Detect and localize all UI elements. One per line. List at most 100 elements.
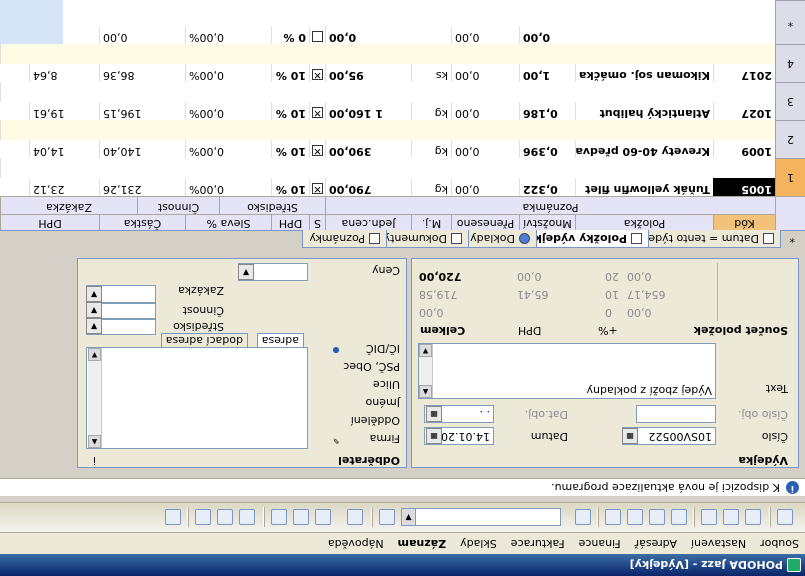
- cinnost-dropdown-icon[interactable]: ▼: [86, 302, 102, 318]
- checkbox-checked[interactable]: ✕: [312, 145, 323, 157]
- quick-search-combo[interactable]: ▼: [401, 508, 561, 526]
- cell-polozka[interactable]: Kikoman soj. omáčka: [575, 64, 713, 82]
- chevron-down-icon[interactable]: ▼: [238, 264, 254, 280]
- col-cinnost[interactable]: Činnost: [137, 196, 219, 214]
- list-icon[interactable]: [575, 509, 591, 525]
- tab-poznamky[interactable]: Poznámky: [302, 230, 387, 248]
- tab-dodaci-adresa[interactable]: dodací adresa: [160, 333, 248, 347]
- filter-icon[interactable]: [315, 509, 331, 525]
- cell-dph[interactable]: 23,12: [29, 178, 99, 196]
- col-jedn-cena[interactable]: Jedn.cena: [325, 214, 411, 230]
- cell-mnozstvi[interactable]: 1,00: [519, 64, 575, 82]
- tab-adresa[interactable]: adresa: [256, 333, 304, 347]
- copy-icon[interactable]: [745, 509, 761, 525]
- cell-polozka[interactable]: Tuňák yellowfin filet: [575, 178, 713, 196]
- row-number[interactable]: 2: [775, 120, 805, 158]
- print-icon[interactable]: [723, 509, 739, 525]
- tab-doklady[interactable]: Doklady: [463, 230, 537, 248]
- cell-castka[interactable]: 86,36: [99, 64, 185, 82]
- cell-castka[interactable]: 0,00: [99, 26, 185, 44]
- scroll-down-icon[interactable]: ▼: [419, 344, 432, 357]
- preview-icon[interactable]: [701, 509, 717, 525]
- col-poznamka[interactable]: Poznámka: [325, 196, 775, 214]
- cell-poznamka[interactable]: [0, 82, 775, 102]
- menu-adresar[interactable]: Adresář: [635, 537, 677, 550]
- cell-sleva[interactable]: 0,00%: [185, 64, 271, 82]
- cell-castka[interactable]: 196,15: [99, 102, 185, 120]
- wrench-icon[interactable]: [165, 509, 181, 525]
- cell-dph[interactable]: 14,04: [29, 140, 99, 158]
- cell-mj[interactable]: kg: [411, 102, 451, 120]
- tab-new[interactable]: *: [784, 230, 802, 248]
- home-icon[interactable]: [777, 509, 793, 525]
- col-polozka[interactable]: Položka: [575, 214, 713, 230]
- cell-poznamka[interactable]: [0, 0, 775, 26]
- row-number[interactable]: 1: [775, 158, 805, 196]
- col-dph[interactable]: DPH: [0, 214, 99, 230]
- grid-icon[interactable]: [293, 509, 309, 525]
- scroll-down-icon[interactable]: ▼: [88, 348, 101, 361]
- cell-dph-rate[interactable]: 10 %: [271, 178, 309, 196]
- menu-fakturace[interactable]: Fakturace: [511, 537, 565, 550]
- update-notice[interactable]: i K dispozici je nová aktualizace progra…: [0, 478, 805, 496]
- folder-icon[interactable]: [347, 509, 363, 525]
- tab-dokumenty[interactable]: Dokumenty: [376, 230, 469, 248]
- stredisko-dropdown-icon[interactable]: ▼: [86, 318, 102, 334]
- col-sleva[interactable]: Sleva %: [185, 214, 271, 230]
- tab-polozky-vydejky[interactable]: Položky výdejky: [520, 230, 649, 248]
- cell-mj[interactable]: kg: [411, 140, 451, 158]
- window-icon[interactable]: [239, 509, 255, 525]
- cell-kod[interactable]: 1027: [713, 102, 775, 120]
- table-row[interactable]: 4 2017 Kikoman soj. omáčka 1,00 0,00 ks …: [0, 44, 805, 82]
- table-row[interactable]: 1 1005 Tuňák yellowfin filet 0,322 0,00 …: [0, 158, 805, 196]
- address-book-icon[interactable]: ✎: [328, 431, 344, 447]
- document-icon[interactable]: [195, 509, 211, 525]
- cislo-obj-field[interactable]: [636, 405, 716, 423]
- checkbox-checked[interactable]: ✕: [312, 183, 323, 195]
- text-area[interactable]: Výdej zboží z pokladny: [418, 343, 716, 399]
- tab-datum-filter[interactable]: Datum = tento týden: [634, 230, 781, 248]
- chevron-down-icon[interactable]: ▼: [402, 509, 416, 525]
- cell-s[interactable]: [309, 26, 325, 44]
- cell-kod[interactable]: 1005: [713, 178, 775, 196]
- cell-preneseno[interactable]: 0,00: [451, 64, 519, 82]
- cell-sleva[interactable]: 0,00%: [185, 102, 271, 120]
- col-stredisko[interactable]: Středisko: [219, 196, 325, 214]
- cell-poznamka[interactable]: [0, 44, 775, 64]
- address-box[interactable]: [86, 347, 308, 449]
- edit-icon[interactable]: [649, 509, 665, 525]
- menu-napoveda[interactable]: Nápověda: [328, 537, 384, 550]
- globe-icon[interactable]: ●: [328, 341, 344, 357]
- cell-poznamka[interactable]: [0, 158, 775, 178]
- cell-mnozstvi[interactable]: 0,396: [519, 140, 575, 158]
- cell-preneseno[interactable]: 0,00: [451, 178, 519, 196]
- cell-dph[interactable]: 19,61: [29, 102, 99, 120]
- text-scrollbar[interactable]: ▲ ▼: [419, 344, 433, 398]
- col-s[interactable]: S: [309, 214, 325, 230]
- menu-finance[interactable]: Finance: [579, 537, 621, 550]
- search-icon[interactable]: [379, 509, 395, 525]
- menu-sklady[interactable]: Sklady: [460, 537, 497, 550]
- cell-s[interactable]: ✕: [309, 64, 325, 82]
- col-mj[interactable]: M.j.: [411, 214, 451, 230]
- cell-sleva[interactable]: 0,00%: [185, 26, 271, 44]
- cell-preneseno[interactable]: 0,00: [451, 102, 519, 120]
- table-icon[interactable]: [217, 509, 233, 525]
- menu-soubor[interactable]: Soubor: [760, 537, 799, 550]
- col-kod[interactable]: Kód: [713, 214, 775, 230]
- scroll-up-icon[interactable]: ▲: [419, 385, 432, 398]
- cell-jedn-cena[interactable]: 0,00: [325, 26, 411, 44]
- row-number[interactable]: 4: [775, 44, 805, 82]
- col-zakazka[interactable]: Zakázka: [0, 196, 137, 214]
- cell-dph-rate[interactable]: 0 %: [271, 26, 309, 44]
- checkbox-checked[interactable]: ✕: [312, 69, 323, 81]
- scroll-up-icon[interactable]: ▲: [88, 435, 101, 448]
- cell-sleva[interactable]: 0,00%: [185, 140, 271, 158]
- cell-poznamka[interactable]: [0, 120, 775, 140]
- cell-castka[interactable]: 140,40: [99, 140, 185, 158]
- new-record-icon[interactable]: [671, 509, 687, 525]
- row-number[interactable]: *: [775, 0, 805, 44]
- delete-icon[interactable]: [627, 509, 643, 525]
- cell-castka[interactable]: 231,26: [99, 178, 185, 196]
- people-icon[interactable]: [271, 509, 287, 525]
